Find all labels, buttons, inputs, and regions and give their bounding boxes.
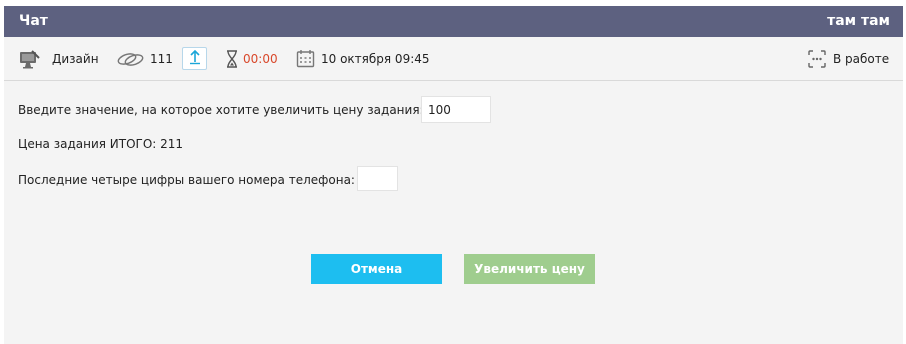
task-toolbar: Дизайн 111 00:00 10 октября 09:45 В рабо…: [4, 37, 903, 81]
status-item: В работе: [807, 37, 889, 80]
chat-title: Чат: [19, 13, 48, 29]
phone-label: Последние четыре цифры вашего номера тел…: [18, 173, 355, 187]
timer-item: 00:00: [226, 37, 278, 80]
raise-price-button[interactable]: [182, 47, 207, 70]
cancel-button[interactable]: Отмена: [311, 254, 442, 284]
timer-value: 00:00: [243, 51, 278, 66]
coins-icon: [117, 51, 145, 67]
user-name[interactable]: там там: [827, 13, 890, 29]
chat-panel: Чат там там Дизайн 111 00:00 10 октября …: [4, 6, 903, 344]
arrow-up-icon: [189, 49, 201, 68]
phone-digits-input[interactable]: [357, 166, 398, 191]
coins-value: 111: [150, 51, 173, 66]
status-label: В работе: [833, 51, 890, 66]
date-item: 10 октября 09:45: [296, 37, 430, 80]
category-label: Дизайн: [52, 51, 99, 66]
increase-amount-input[interactable]: [421, 96, 491, 123]
status-dots-icon: [807, 49, 827, 69]
coins-item: 111: [117, 37, 173, 80]
total-price-text: Цена задания ИТОГО: 211: [18, 137, 184, 151]
increase-label: Введите значение, на которое хотите увел…: [18, 103, 424, 117]
calendar-icon: [296, 49, 315, 68]
chat-header: Чат там там: [4, 6, 903, 37]
category-computer-icon: [18, 49, 40, 69]
hourglass-icon: [226, 49, 238, 68]
raise-price-submit-button[interactable]: Увеличить цену: [464, 254, 595, 284]
date-value: 10 октября 09:45: [321, 51, 430, 66]
category-item: Дизайн: [18, 37, 99, 80]
